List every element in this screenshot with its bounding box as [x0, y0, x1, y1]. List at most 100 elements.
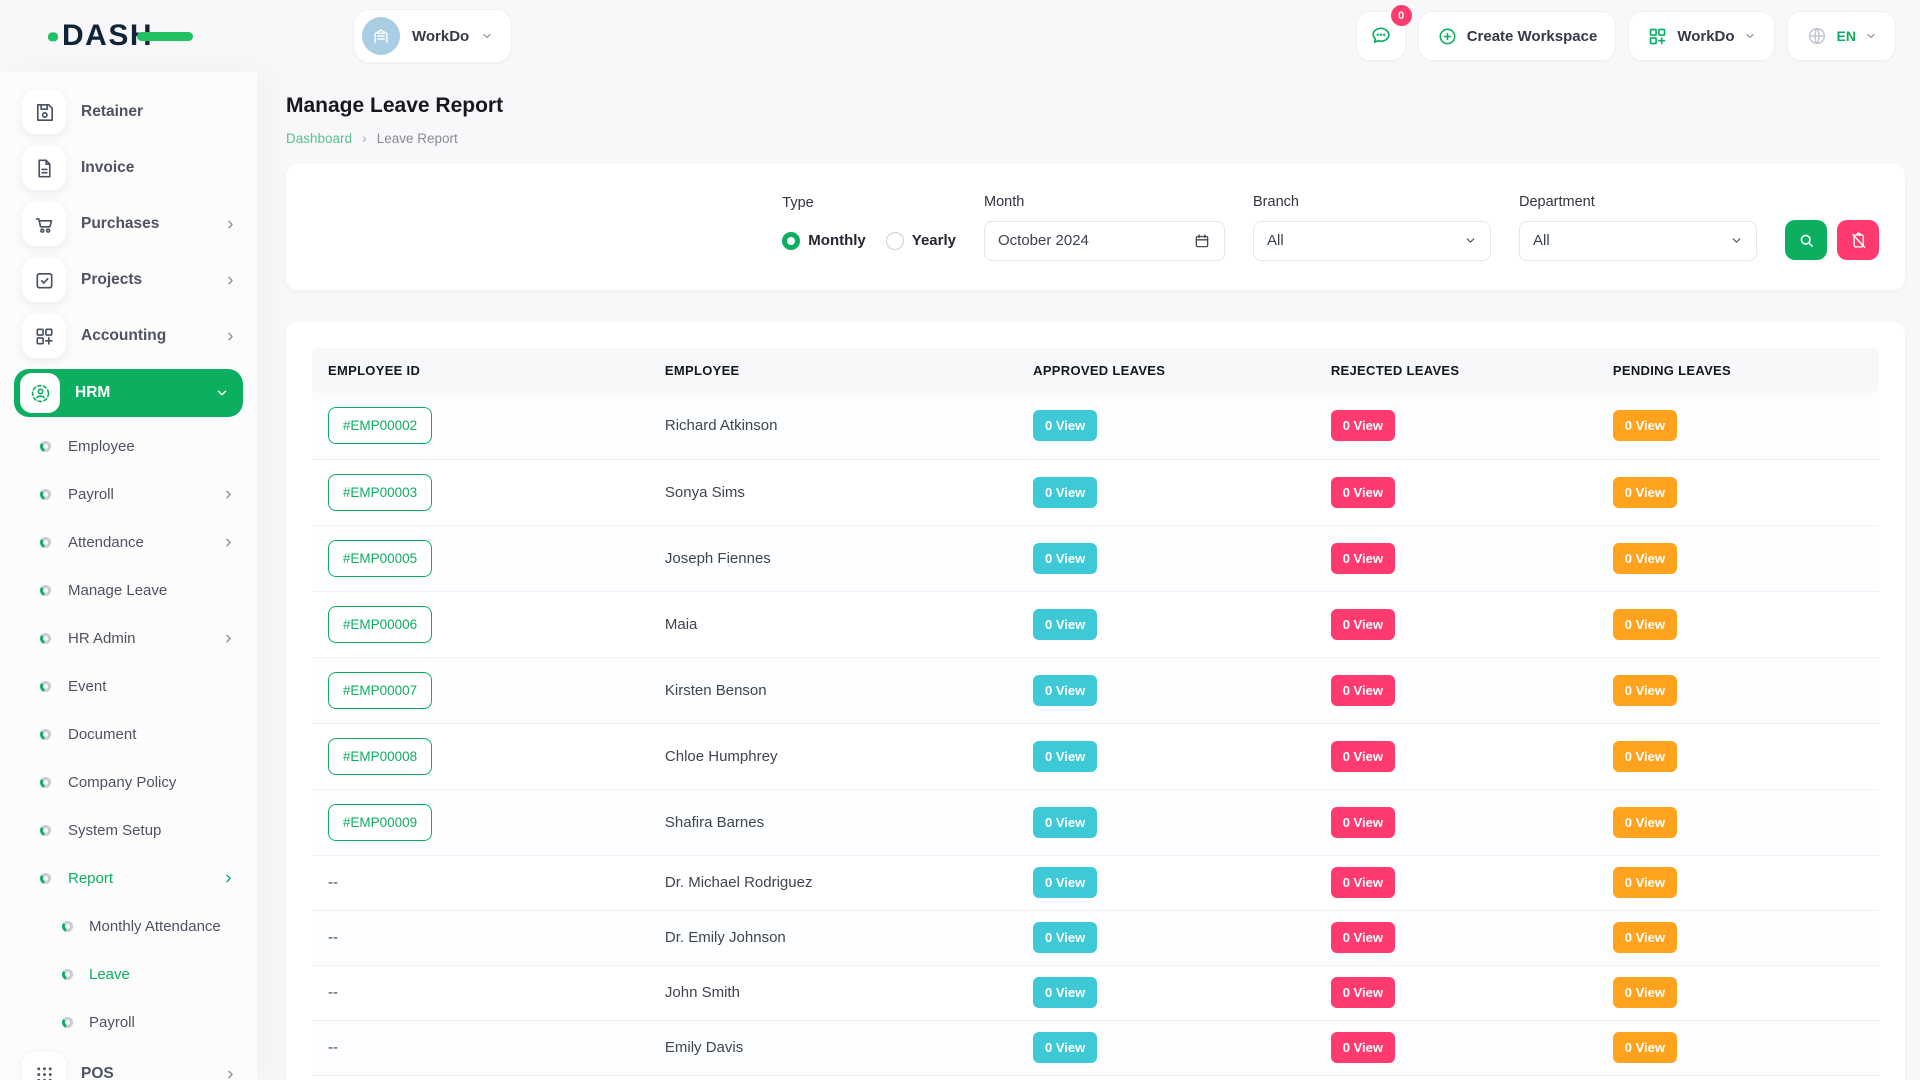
pending-leaves-badge[interactable]: 0 View — [1613, 1032, 1677, 1063]
purchases-icon — [22, 202, 66, 246]
sidebar-item-manage-leave[interactable]: Manage Leave — [0, 566, 257, 614]
sidebar-item-payroll[interactable]: Payroll — [0, 998, 257, 1046]
sidebar-item-label: Event — [68, 678, 106, 695]
sidebar-item-event[interactable]: Event — [0, 662, 257, 710]
rejected-leaves-badge[interactable]: 0 View — [1331, 922, 1395, 953]
column-approved-leaves: APPROVED LEAVES — [1017, 348, 1315, 393]
sidebar-item-retainer[interactable]: Retainer — [0, 84, 257, 140]
sidebar-item-system-setup[interactable]: System Setup — [0, 806, 257, 854]
approved-leaves-badge[interactable]: 0 View — [1033, 543, 1097, 574]
bullet-icon — [40, 825, 51, 836]
approved-leaves-badge[interactable]: 0 View — [1033, 477, 1097, 508]
filter-actions — [1785, 220, 1879, 260]
rejected-leaves-badge[interactable]: 0 View — [1331, 741, 1395, 772]
workspace-switcher[interactable]: WorkDo — [353, 9, 512, 63]
create-workspace-button[interactable]: Create Workspace — [1418, 11, 1617, 61]
approved-leaves-badge[interactable]: 0 View — [1033, 977, 1097, 1008]
breadcrumb-dashboard-link[interactable]: Dashboard — [286, 131, 352, 146]
approved-leaves-badge[interactable]: 0 View — [1033, 741, 1097, 772]
employee-id-button[interactable]: #EMP00002 — [328, 407, 432, 444]
sidebar-item-invoice[interactable]: Invoice — [0, 140, 257, 196]
approved-leaves-badge[interactable]: 0 View — [1033, 807, 1097, 838]
building-icon — [371, 26, 391, 46]
pending-leaves-badge[interactable]: 0 View — [1613, 675, 1677, 706]
month-input[interactable]: October 2024 — [984, 221, 1225, 261]
chevron-right-icon — [222, 488, 235, 501]
department-select[interactable]: All — [1519, 221, 1757, 261]
rejected-leaves-badge[interactable]: 0 View — [1331, 675, 1395, 706]
approved-leaves-badge[interactable]: 0 View — [1033, 867, 1097, 898]
sidebar-item-label: HR Admin — [68, 630, 136, 647]
pending-leaves-badge[interactable]: 0 View — [1613, 741, 1677, 772]
main-content: Manage Leave Report Dashboard › Leave Re… — [257, 72, 1920, 1080]
radio-label: Yearly — [912, 232, 956, 249]
type-radio-yearly[interactable]: Yearly — [886, 232, 956, 250]
sidebar-item-pos[interactable]: POS — [0, 1046, 257, 1080]
pending-leaves-badge[interactable]: 0 View — [1613, 807, 1677, 838]
table-header-row: EMPLOYEE ID EMPLOYEE APPROVED LEAVES REJ… — [312, 348, 1879, 393]
employee-id-button[interactable]: #EMP00003 — [328, 474, 432, 511]
employee-id-button[interactable]: #EMP00005 — [328, 540, 432, 577]
brand-logo[interactable]: DASH — [62, 19, 257, 53]
type-radio-monthly[interactable]: Monthly — [782, 232, 866, 250]
sidebar-item-document[interactable]: Document — [0, 710, 257, 758]
sidebar-item-hr-admin[interactable]: HR Admin — [0, 614, 257, 662]
table-row: --John Smith0 View0 View0 View — [312, 965, 1879, 1020]
sidebar-item-report[interactable]: Report — [0, 854, 257, 902]
pending-leaves-badge[interactable]: 0 View — [1613, 977, 1677, 1008]
table-row: #EMP00006Maia0 View0 View0 View — [312, 591, 1879, 657]
branch-select[interactable]: All — [1253, 221, 1491, 261]
type-label: Type — [782, 195, 956, 211]
sidebar-item-company-policy[interactable]: Company Policy — [0, 758, 257, 806]
sidebar-item-leave[interactable]: Leave — [0, 950, 257, 998]
employee-id-button[interactable]: #EMP00007 — [328, 672, 432, 709]
pending-leaves-badge[interactable]: 0 View — [1613, 410, 1677, 441]
pending-leaves-badge[interactable]: 0 View — [1613, 922, 1677, 953]
employee-id-button[interactable]: #EMP00006 — [328, 606, 432, 643]
rejected-leaves-badge[interactable]: 0 View — [1331, 977, 1395, 1008]
sidebar-item-payroll[interactable]: Payroll — [0, 470, 257, 518]
reset-button[interactable] — [1837, 220, 1879, 260]
sidebar-item-label: System Setup — [68, 822, 161, 839]
pending-leaves-badge[interactable]: 0 View — [1613, 543, 1677, 574]
approved-leaves-badge[interactable]: 0 View — [1033, 675, 1097, 706]
employee-id-button[interactable]: #EMP00009 — [328, 804, 432, 841]
rejected-leaves-badge[interactable]: 0 View — [1331, 543, 1395, 574]
approved-leaves-badge[interactable]: 0 View — [1033, 410, 1097, 441]
department-filter-group: Department All — [1519, 194, 1757, 261]
sidebar-item-hrm[interactable]: HRM — [14, 369, 243, 417]
pending-leaves-badge[interactable]: 0 View — [1613, 477, 1677, 508]
bullet-icon — [40, 489, 51, 500]
approved-leaves-badge[interactable]: 0 View — [1033, 609, 1097, 640]
rejected-leaves-badge[interactable]: 0 View — [1331, 477, 1395, 508]
rejected-leaves-badge[interactable]: 0 View — [1331, 410, 1395, 441]
employee-name: Joseph Fiennes — [665, 550, 771, 567]
bullet-icon — [62, 969, 73, 980]
search-button[interactable] — [1785, 220, 1827, 260]
sidebar-item-label: Company Policy — [68, 774, 176, 791]
rejected-leaves-badge[interactable]: 0 View — [1331, 867, 1395, 898]
rejected-leaves-badge[interactable]: 0 View — [1331, 1032, 1395, 1063]
sidebar-item-purchases[interactable]: Purchases — [0, 196, 257, 252]
column-employee-id: EMPLOYEE ID — [312, 348, 649, 393]
pending-leaves-badge[interactable]: 0 View — [1613, 867, 1677, 898]
approved-leaves-badge[interactable]: 0 View — [1033, 1032, 1097, 1063]
sidebar-item-employee[interactable]: Employee — [0, 422, 257, 470]
rejected-leaves-badge[interactable]: 0 View — [1331, 807, 1395, 838]
bullet-icon — [40, 729, 51, 740]
sidebar-item-accounting[interactable]: Accounting — [0, 308, 257, 364]
language-button[interactable]: EN — [1787, 11, 1896, 61]
rejected-leaves-badge[interactable]: 0 View — [1331, 609, 1395, 640]
approved-leaves-badge[interactable]: 0 View — [1033, 922, 1097, 953]
workdo-menu-button[interactable]: WorkDo — [1628, 11, 1774, 61]
employee-name: Chloe Humphrey — [665, 748, 778, 765]
messages-button[interactable]: 0 — [1356, 11, 1406, 61]
sidebar-item-projects[interactable]: Projects — [0, 252, 257, 308]
employee-id-empty: -- — [328, 929, 338, 946]
sidebar-item-monthly-attendance[interactable]: Monthly Attendance — [0, 902, 257, 950]
sidebar-item-attendance[interactable]: Attendance — [0, 518, 257, 566]
employee-id-button[interactable]: #EMP00008 — [328, 738, 432, 775]
pending-leaves-badge[interactable]: 0 View — [1613, 609, 1677, 640]
chevron-down-icon — [1464, 234, 1477, 247]
branch-filter-group: Branch All — [1253, 194, 1491, 261]
